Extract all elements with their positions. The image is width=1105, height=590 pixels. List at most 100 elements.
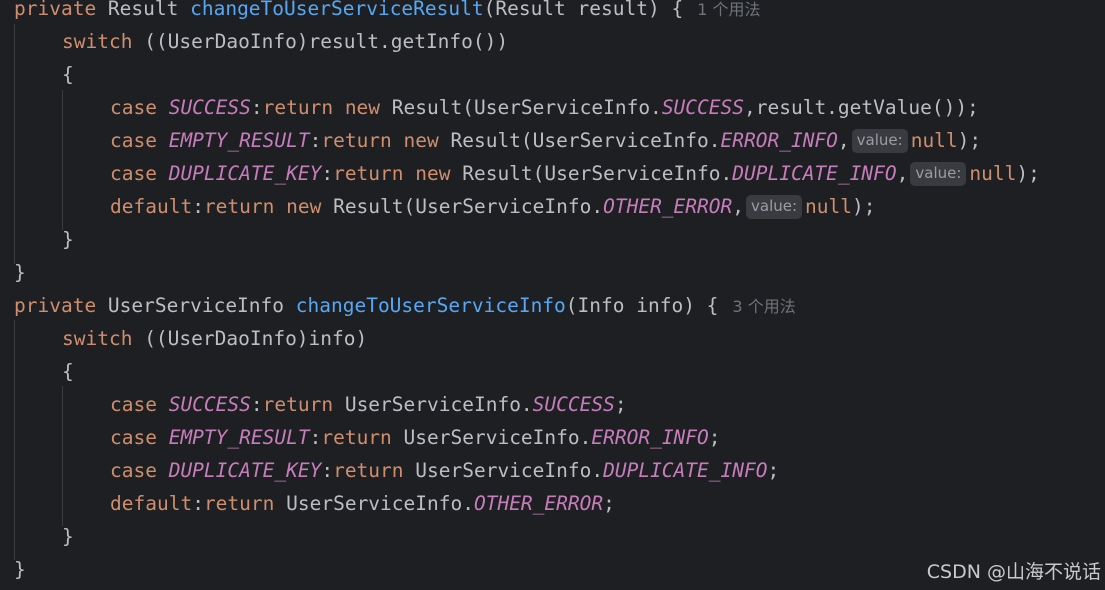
code-token: } bbox=[14, 261, 26, 284]
code-token: EMPTY_RESULT bbox=[168, 426, 310, 449]
code-token: case bbox=[110, 162, 169, 185]
code-token: , bbox=[837, 129, 850, 152]
code-token: : bbox=[309, 129, 322, 152]
code-token: changeToUserServiceInfo bbox=[295, 294, 566, 317]
code-token: return bbox=[333, 459, 416, 482]
code-token: ; bbox=[708, 426, 721, 449]
parameter-hint: value: bbox=[746, 195, 803, 219]
code-token: switch bbox=[62, 327, 145, 350]
code-token: return bbox=[321, 426, 404, 449]
code-token: (Info info) { bbox=[565, 294, 719, 317]
code-line[interactable]: case DUPLICATE_KEY:return new Result(Use… bbox=[110, 157, 1040, 190]
code-token: ; bbox=[767, 459, 780, 482]
code-token: return new bbox=[203, 195, 334, 218]
code-token: ,result.getValue()); bbox=[744, 96, 979, 119]
code-line[interactable]: case SUCCESS:return UserServiceInfo.SUCC… bbox=[110, 388, 627, 421]
code-token: Result(UserServiceInfo. bbox=[333, 195, 604, 218]
code-token: UserServiceInfo. bbox=[344, 393, 533, 416]
code-token: , bbox=[732, 195, 744, 218]
code-token: (Result result) { bbox=[483, 0, 684, 20]
code-token: case bbox=[110, 96, 169, 119]
code-token: private bbox=[14, 0, 108, 20]
code-token: ); bbox=[852, 195, 876, 218]
code-line[interactable]: switch ((UserDaoInfo)info) bbox=[62, 322, 367, 355]
code-token: ; bbox=[603, 492, 615, 515]
code-editor[interactable]: private Result changeToUserServiceResult… bbox=[0, 0, 1105, 590]
indent-guide bbox=[62, 90, 63, 230]
code-token: null bbox=[805, 195, 852, 218]
code-token: case bbox=[110, 459, 169, 482]
indent-guide bbox=[14, 320, 15, 560]
code-token: : bbox=[250, 96, 263, 119]
code-token: : bbox=[192, 492, 204, 515]
code-token: DUPLICATE_KEY bbox=[168, 459, 322, 482]
code-line[interactable]: case EMPTY_RESULT:return new Result(User… bbox=[110, 124, 981, 157]
code-token: ERROR_INFO bbox=[720, 129, 838, 152]
usage-count-hint[interactable]: 1 个用法 bbox=[697, 0, 760, 19]
code-token: Result(UserServiceInfo. bbox=[391, 96, 662, 119]
code-token: : bbox=[192, 195, 204, 218]
code-token: private bbox=[14, 294, 108, 317]
code-token: } bbox=[62, 525, 74, 548]
code-line[interactable]: switch ((UserDaoInfo)result.getInfo()) bbox=[62, 25, 508, 58]
code-token: DUPLICATE_INFO bbox=[603, 459, 768, 482]
code-line[interactable]: } bbox=[14, 256, 26, 289]
code-line[interactable]: private UserServiceInfo changeToUserServ… bbox=[14, 289, 796, 322]
code-token: : bbox=[309, 426, 322, 449]
code-token: UserServiceInfo bbox=[107, 294, 296, 317]
indent-guide bbox=[62, 386, 63, 526]
code-line[interactable]: { bbox=[62, 58, 74, 91]
code-token: null bbox=[910, 129, 958, 152]
code-token: SUCCESS bbox=[661, 96, 744, 119]
usage-count-hint[interactable]: 3 个用法 bbox=[732, 297, 795, 316]
code-line[interactable]: default:return UserServiceInfo.OTHER_ERR… bbox=[110, 487, 615, 520]
code-token: ; bbox=[614, 393, 627, 416]
code-line[interactable]: default:return new Result(UserServiceInf… bbox=[110, 190, 875, 223]
code-token: default bbox=[110, 195, 193, 218]
code-token: DUPLICATE_INFO bbox=[732, 162, 897, 185]
code-token: SUCCESS bbox=[532, 393, 615, 416]
code-token: ); bbox=[957, 129, 982, 152]
code-token: null bbox=[969, 162, 1017, 185]
code-token: return new bbox=[262, 96, 392, 119]
watermark: CSDN @山海不说话 bbox=[926, 561, 1101, 583]
code-token: ); bbox=[1016, 162, 1040, 185]
code-token: return new bbox=[333, 162, 463, 185]
code-line[interactable]: } bbox=[62, 223, 74, 256]
code-line[interactable]: case DUPLICATE_KEY:return UserServiceInf… bbox=[110, 454, 779, 487]
code-token: } bbox=[62, 228, 74, 251]
code-token: return bbox=[262, 393, 345, 416]
code-token: OTHER_ERROR bbox=[473, 492, 604, 515]
code-token: SUCCESS bbox=[168, 393, 251, 416]
code-line[interactable]: case SUCCESS:return new Result(UserServi… bbox=[110, 91, 979, 124]
code-token: : bbox=[250, 393, 263, 416]
code-line[interactable]: case EMPTY_RESULT:return UserServiceInfo… bbox=[110, 421, 721, 454]
code-line[interactable]: } bbox=[14, 553, 26, 586]
code-token: EMPTY_RESULT bbox=[168, 129, 310, 152]
code-token: } bbox=[14, 558, 26, 581]
code-token: { bbox=[62, 63, 74, 86]
parameter-hint: value: bbox=[910, 162, 967, 186]
parameter-hint: value: bbox=[851, 129, 908, 153]
code-token: DUPLICATE_KEY bbox=[168, 162, 322, 185]
code-token: UserServiceInfo. bbox=[415, 459, 604, 482]
code-token: Result(UserServiceInfo. bbox=[462, 162, 733, 185]
code-token: default bbox=[110, 492, 193, 515]
code-line[interactable]: { bbox=[62, 355, 74, 388]
code-token: : bbox=[321, 459, 334, 482]
code-token: SUCCESS bbox=[168, 96, 251, 119]
code-line[interactable]: private Result changeToUserServiceResult… bbox=[14, 0, 760, 25]
code-token: , bbox=[896, 162, 909, 185]
code-line[interactable]: } bbox=[62, 520, 74, 553]
indent-guide bbox=[14, 24, 15, 264]
code-token: switch bbox=[62, 30, 145, 53]
code-token: : bbox=[321, 162, 334, 185]
code-token: Result(UserServiceInfo. bbox=[450, 129, 721, 152]
code-token: Result bbox=[107, 0, 191, 20]
code-token: case bbox=[110, 426, 169, 449]
code-token: changeToUserServiceResult bbox=[190, 0, 484, 20]
code-token: UserServiceInfo. bbox=[286, 492, 474, 515]
code-token: return bbox=[203, 492, 287, 515]
code-token: ((UserDaoInfo)info) bbox=[144, 327, 368, 350]
code-token: OTHER_ERROR bbox=[603, 195, 733, 218]
